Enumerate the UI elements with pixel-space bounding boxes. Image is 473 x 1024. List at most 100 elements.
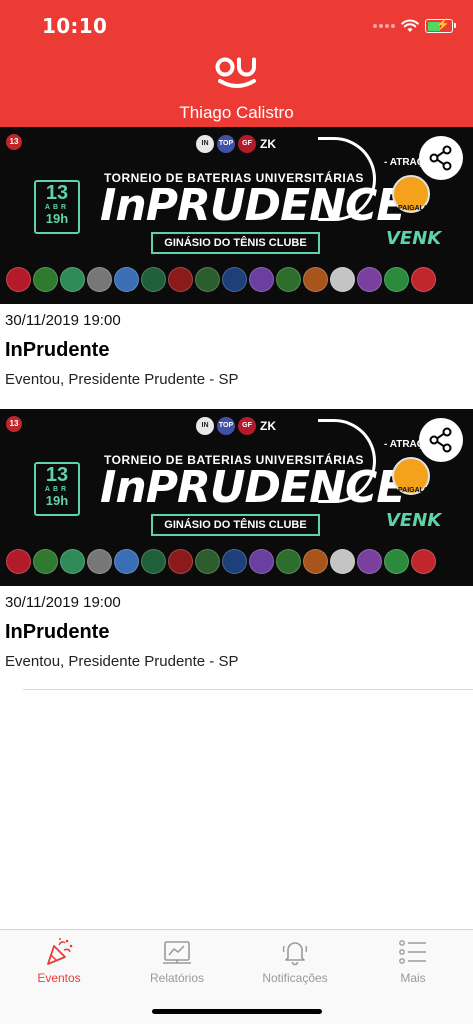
banner-attraction-name: PAIGALO (398, 205, 430, 212)
banner-attraction-label: - ATRAÇ (384, 439, 424, 450)
status-time: 10:10 (42, 14, 108, 38)
share-icon (429, 145, 452, 171)
app-logo-icon (215, 57, 256, 88)
team-badge (114, 267, 139, 292)
tab-notificacoes[interactable]: Notificações (236, 936, 354, 992)
team-badge (330, 267, 355, 292)
banner-day: 13 (45, 182, 69, 204)
banner-month: ABR (44, 486, 70, 493)
event-date: 30/11/2019 19:00 (5, 594, 121, 611)
banner-logo: GF (238, 135, 256, 153)
team-badge (384, 549, 409, 574)
list-divider (23, 689, 473, 690)
banner-logo: ZK (260, 137, 276, 151)
tab-label: Relatórios (149, 971, 205, 985)
team-badge (6, 549, 31, 574)
tab-label: Eventos (37, 971, 81, 985)
team-badge (60, 549, 85, 574)
wifi-icon (401, 19, 419, 32)
banner-venue: GINÁSIO DO TÊNIS CLUBE (151, 514, 320, 536)
banner-logos: IN TOP GF ZK (196, 417, 277, 435)
team-badge (411, 267, 436, 292)
event-location: Eventou, Presidente Prudente - SP (5, 653, 239, 670)
share-button[interactable] (419, 418, 463, 462)
banner-logos: IN TOP GF ZK (196, 135, 277, 153)
event-title: InPrudente (5, 621, 110, 643)
banner-day: 13 (45, 464, 69, 486)
team-badge (114, 549, 139, 574)
team-badge (87, 267, 112, 292)
cellular-signal-icon (373, 24, 395, 28)
share-icon (429, 427, 452, 453)
banner-date-box: 13 ABR 19h (34, 462, 80, 516)
event-banner[interactable]: 13 IN TOP GF ZK 13 ABR 19h TORNEIO DE BA… (0, 409, 473, 586)
event-card[interactable]: 13 IN TOP GF ZK 13 ABR 19h TORNEIO DE BA… (0, 409, 473, 691)
team-badge (33, 549, 58, 574)
app-header: 10:10 ⚡ Thiago Calistro (0, 0, 473, 127)
party-popper-icon (47, 938, 73, 965)
team-badge (357, 549, 382, 574)
team-badge (141, 267, 166, 292)
banner-headline: InPRUDENCE (100, 180, 406, 231)
battery-icon: ⚡ (425, 19, 456, 33)
team-badge (357, 267, 382, 292)
banner-logo: ZK (260, 419, 276, 433)
team-badge (276, 267, 301, 292)
home-indicator[interactable] (152, 1009, 322, 1014)
banner-logo: TOP (217, 135, 235, 153)
banner-attraction-name: PAIGALO (398, 487, 430, 494)
team-badge (303, 267, 328, 292)
team-badge (141, 549, 166, 574)
share-button[interactable] (419, 136, 463, 180)
banner-sponsor: VENK (386, 510, 442, 531)
event-banner[interactable]: 13 IN TOP GF ZK 13 ABR 19h TORNEIO DE BA… (0, 127, 473, 304)
team-badge (6, 267, 31, 292)
team-badge (276, 549, 301, 574)
list-icon (399, 940, 426, 964)
event-date: 30/11/2019 19:00 (5, 312, 121, 329)
banner-logo: TOP (217, 417, 235, 435)
event-location: Eventou, Presidente Prudente - SP (5, 371, 239, 388)
banner-month: ABR (44, 204, 70, 211)
event-feed: 13 IN TOP GF ZK 13 ABR 19h TORNEIO DE BA… (0, 127, 473, 691)
banner-sponsor: VENK (386, 228, 442, 249)
banner-venue: GINÁSIO DO TÊNIS CLUBE (151, 232, 320, 254)
team-badge (222, 549, 247, 574)
tab-eventos[interactable]: Eventos (0, 936, 118, 992)
team-badge (195, 267, 220, 292)
status-icons: ⚡ (373, 16, 456, 36)
tab-mais[interactable]: Mais (354, 936, 472, 992)
team-badge (384, 267, 409, 292)
tab-label: Notificações (262, 971, 328, 985)
user-name: Thiago Calistro (179, 103, 294, 122)
team-badge (330, 549, 355, 574)
banner-corner-badge: 13 (6, 416, 22, 432)
team-badge (168, 549, 193, 574)
team-badge (168, 267, 193, 292)
banner-date-box: 13 ABR 19h (34, 180, 80, 234)
event-title: InPrudente (5, 339, 110, 361)
team-badge (411, 549, 436, 574)
team-badges (6, 267, 436, 292)
team-badge (222, 267, 247, 292)
banner-headline: InPRUDENCE (100, 462, 406, 513)
team-badge (249, 267, 274, 292)
bell-icon (282, 942, 308, 966)
banner-hour: 19h (45, 211, 69, 226)
team-badge (195, 549, 220, 574)
team-badge (33, 267, 58, 292)
banner-corner-badge: 13 (6, 134, 22, 150)
report-icon (163, 941, 191, 964)
banner-hour: 19h (45, 493, 69, 508)
team-badge (87, 549, 112, 574)
banner-logo: GF (238, 417, 256, 435)
banner-logo: IN (196, 135, 214, 153)
team-badge (249, 549, 274, 574)
banner-logo: IN (196, 417, 214, 435)
team-badges (6, 549, 436, 574)
banner-attraction-label: - ATRAÇ (384, 157, 424, 168)
event-card[interactable]: 13 IN TOP GF ZK 13 ABR 19h TORNEIO DE BA… (0, 127, 473, 409)
team-badge (60, 267, 85, 292)
team-badge (303, 549, 328, 574)
tab-relatorios[interactable]: Relatórios (118, 936, 236, 992)
